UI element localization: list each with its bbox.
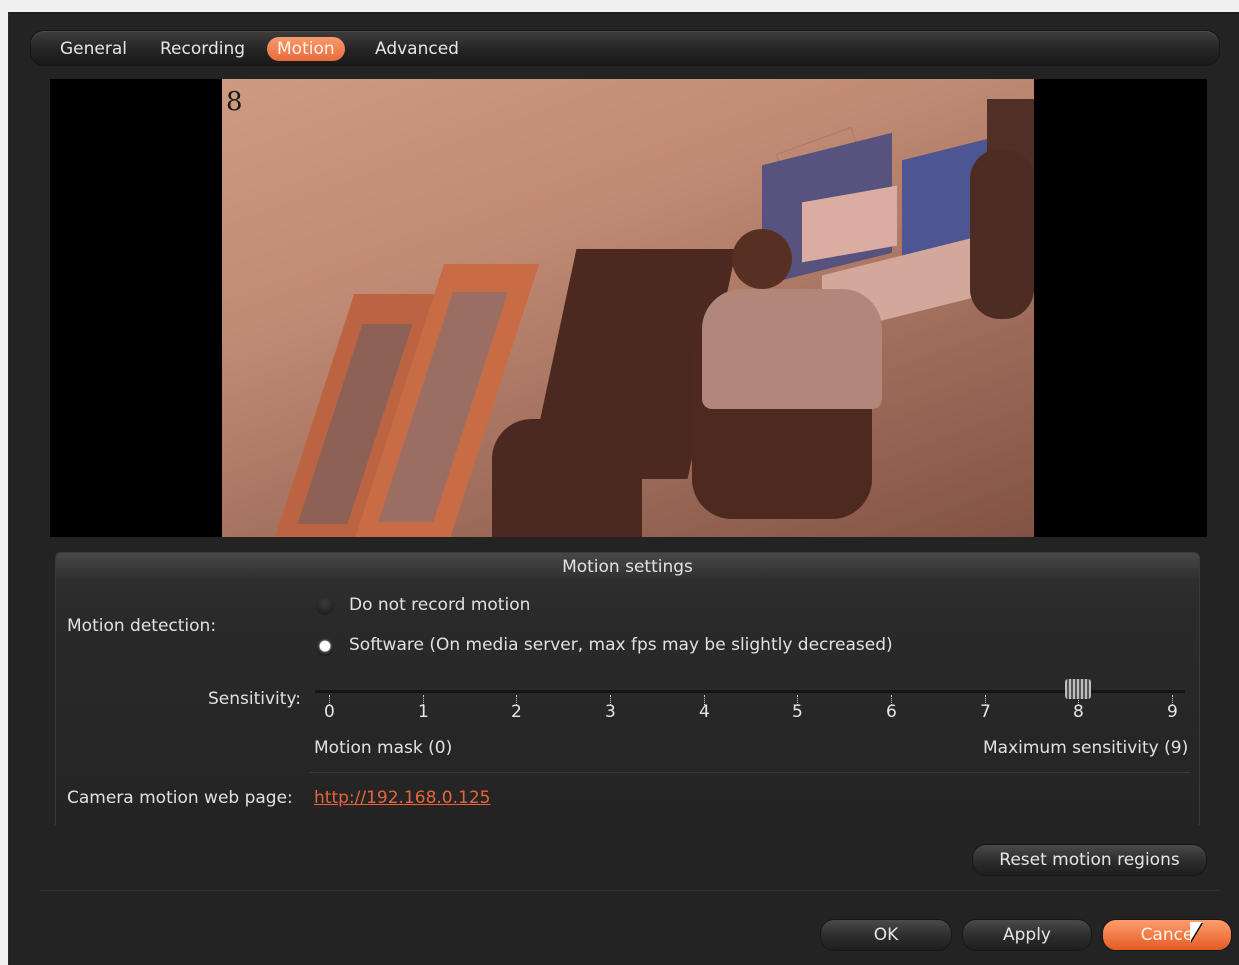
cancel-button[interactable]: Cance — [1102, 919, 1232, 951]
window-left-edge — [0, 0, 8, 965]
tab-bar: General Recording Motion Advanced — [30, 30, 1220, 66]
radio-do-not-record[interactable] — [316, 597, 334, 615]
sensitivity-tick-label: 7 — [980, 702, 991, 722]
radio-software-label[interactable]: Software (On media server, max fps may b… — [349, 635, 893, 655]
motion-video-preview[interactable]: 8 — [50, 79, 1207, 537]
apply-button[interactable]: Apply — [962, 919, 1092, 951]
camera-number-label: 8 — [226, 87, 243, 117]
settings-divider — [310, 772, 1190, 773]
radio-do-not-record-label[interactable]: Do not record motion — [349, 595, 530, 615]
motion-detection-label: Motion detection: — [67, 616, 217, 636]
sensitivity-slider-handle[interactable] — [1065, 679, 1091, 699]
footer-divider — [40, 890, 1220, 891]
tab-motion[interactable]: Motion — [267, 37, 345, 61]
sensitivity-tick-label: 9 — [1167, 702, 1178, 722]
mouse-cursor-icon — [1190, 922, 1202, 942]
camera-image[interactable]: 8 — [222, 79, 1034, 537]
motion-region-overlay — [222, 79, 1034, 537]
reset-motion-regions-button[interactable]: Reset motion regions — [972, 844, 1207, 876]
sensitivity-tick-label: 4 — [699, 702, 710, 722]
sensitivity-tick-label: 1 — [418, 702, 429, 722]
window-top-edge — [0, 0, 1239, 12]
sensitivity-tick-label: 3 — [605, 702, 616, 722]
sensitivity-tick-label: 0 — [324, 702, 335, 722]
tab-advanced[interactable]: Advanced — [365, 37, 469, 61]
camera-motion-web-page-link[interactable]: http://192.168.0.125 — [314, 788, 490, 808]
sensitivity-label: Sensitivity: — [208, 689, 301, 709]
sensitivity-slider[interactable] — [315, 690, 1185, 693]
sensitivity-tick-label: 2 — [511, 702, 522, 722]
radio-software[interactable] — [316, 638, 334, 656]
motion-mask-caption: Motion mask (0) — [314, 738, 453, 758]
tab-recording[interactable]: Recording — [150, 37, 255, 61]
motion-settings-title: Motion settings — [562, 557, 693, 577]
camera-motion-web-page-label: Camera motion web page: — [67, 788, 293, 808]
sensitivity-tick-label: 8 — [1073, 702, 1084, 722]
ok-button[interactable]: OK — [820, 919, 952, 951]
sensitivity-tick-label: 6 — [886, 702, 897, 722]
sensitivity-tick-label: 5 — [792, 702, 803, 722]
tab-general[interactable]: General — [50, 37, 137, 61]
max-sensitivity-caption: Maximum sensitivity (9) — [983, 738, 1189, 758]
